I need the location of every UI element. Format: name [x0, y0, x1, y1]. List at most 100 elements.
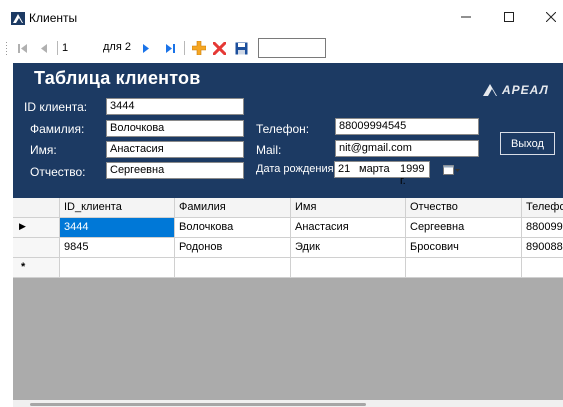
logo-icon [483, 84, 497, 96]
app-icon [11, 12, 25, 25]
birth-day[interactable]: 21 [338, 163, 350, 175]
calendar-icon [443, 164, 460, 175]
column-header-text: Фамилия [179, 201, 226, 213]
logo-text: АРЕАЛ [502, 83, 549, 97]
cell-text: Родонов [179, 241, 223, 253]
delete-button[interactable] [210, 39, 228, 57]
cell-text: 8800999 [526, 221, 563, 233]
patronymic-label: Отчество: [30, 165, 86, 179]
maximize-button[interactable] [489, 0, 529, 33]
move-previous-button[interactable] [34, 39, 52, 57]
client-form-panel: Таблица клиентов АРЕАЛ ID клиента: 3444 … [13, 63, 563, 198]
first-record-icon [18, 43, 27, 53]
birth-date-picker[interactable]: 21 марта 1999 г. [334, 161, 460, 187]
save-button[interactable] [232, 39, 250, 57]
table-cell[interactable]: Родонов [175, 238, 291, 258]
horizontal-scrollbar[interactable] [13, 400, 563, 407]
calendar-dropdown-button[interactable] [443, 163, 461, 176]
table-cell[interactable]: Анастасия [291, 218, 406, 238]
delete-icon [212, 41, 226, 55]
phone-field[interactable]: 88009994545 [335, 118, 479, 135]
table-cell[interactable]: 9845 [60, 238, 175, 258]
table-cell[interactable] [406, 258, 522, 278]
position-field[interactable]: 1 [62, 39, 84, 57]
exit-button[interactable]: Выход [500, 132, 555, 155]
new-row-icon: * [21, 261, 26, 273]
patronymic-value: Сергеевна [110, 164, 165, 176]
column-header-text: ID_клиента [64, 201, 122, 213]
company-logo: АРЕАЛ [483, 83, 549, 97]
cell-text: Эдик [295, 241, 320, 253]
first-name-field[interactable]: Анастасия [106, 141, 244, 158]
table-cell[interactable]: 3444 [60, 218, 175, 238]
mail-value: nit@gmail.com [339, 142, 412, 154]
toolbar-grip-icon [6, 42, 7, 55]
table-cell[interactable] [60, 258, 175, 278]
first-name-value: Анастасия [110, 143, 164, 155]
patronymic-field[interactable]: Сергеевна [106, 162, 244, 179]
minimize-icon [461, 16, 471, 17]
column-header-first-name[interactable]: Имя [291, 198, 406, 218]
column-header-phone[interactable]: Телефо [522, 198, 563, 218]
move-first-button[interactable] [14, 39, 32, 57]
save-icon [235, 42, 247, 54]
title-bar: Клиенты [0, 0, 563, 33]
first-name-label: Имя: [30, 143, 57, 157]
page-title: Таблица клиентов [34, 68, 201, 88]
id-label: ID клиента: [24, 100, 88, 114]
mail-field[interactable]: nit@gmail.com [335, 140, 479, 157]
last-name-label: Фамилия: [30, 122, 85, 136]
column-header-text: Имя [295, 201, 317, 213]
id-value: 3444 [110, 100, 135, 112]
row-header[interactable] [13, 238, 60, 258]
close-icon [546, 11, 556, 22]
last-name-value: Волочкова [110, 122, 165, 134]
move-last-button[interactable] [161, 39, 179, 57]
row-header-new[interactable]: * [13, 258, 60, 278]
table-cell[interactable] [291, 258, 406, 278]
phone-label: Телефон: [256, 122, 310, 136]
table-cell[interactable]: 8900888 [522, 238, 563, 258]
prev-record-icon [40, 43, 47, 53]
table-cell[interactable]: Сергеевна [406, 218, 522, 238]
toolbar-separator [57, 41, 58, 55]
id-field[interactable]: 3444 [106, 98, 244, 115]
window-title: Клиенты [29, 11, 78, 25]
current-row-icon: ▶ [19, 221, 26, 231]
column-header-text: Отчество [410, 201, 458, 213]
row-header-current[interactable]: ▶ [13, 218, 60, 238]
table-cell[interactable]: Эдик [291, 238, 406, 258]
cell-text: Анастасия [295, 221, 349, 233]
table-cell[interactable]: Бросович [406, 238, 522, 258]
clients-grid: ID_клиента Фамилия Имя Отчество Телефо ▶… [13, 198, 563, 400]
toolbar-textbox[interactable] [258, 38, 326, 58]
count-label: для 2 [103, 41, 131, 53]
add-new-button[interactable] [190, 39, 208, 57]
table-cell[interactable]: Волочкова [175, 218, 291, 238]
next-record-icon [142, 43, 149, 53]
last-name-field[interactable]: Волочкова [106, 120, 244, 137]
table-cell[interactable] [522, 258, 563, 278]
cell-text: 8900888 [526, 241, 563, 253]
mail-label: Mail: [256, 143, 282, 157]
minimize-button[interactable] [446, 0, 486, 33]
table-cell[interactable] [175, 258, 291, 278]
close-button[interactable] [531, 0, 563, 33]
cell-text: 3444 [64, 221, 89, 233]
position-value: 1 [62, 42, 69, 54]
table-cell[interactable]: 8800999 [522, 218, 563, 238]
cell-text: Волочкова [179, 221, 234, 233]
last-record-icon [166, 43, 175, 53]
cell-text: 9845 [64, 241, 89, 253]
column-header-patronymic[interactable]: Отчество [406, 198, 522, 218]
birth-year[interactable]: 1999 г. [400, 163, 429, 187]
binding-navigator: 1 для 2 [0, 36, 563, 60]
toolbar-separator [184, 41, 185, 55]
grid-corner-header [13, 198, 60, 218]
move-next-button[interactable] [137, 39, 155, 57]
scrollbar-thumb[interactable] [30, 403, 366, 406]
column-header-last-name[interactable]: Фамилия [175, 198, 291, 218]
add-icon [192, 41, 206, 55]
birth-month[interactable]: марта [359, 163, 390, 175]
column-header-id[interactable]: ID_клиента [60, 198, 175, 218]
